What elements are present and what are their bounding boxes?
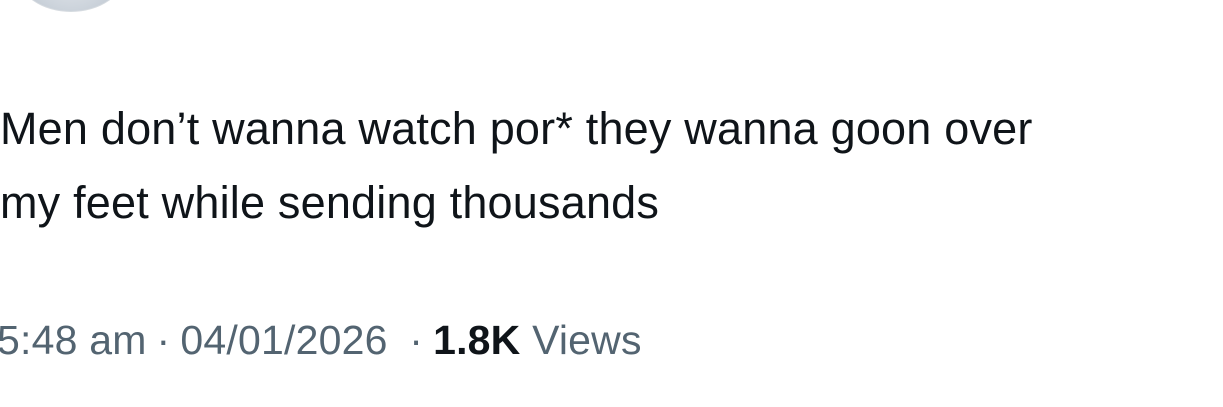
post-time: 5:48 am	[0, 317, 147, 363]
views-count: 1.8K	[433, 317, 521, 363]
meta-separator: ·	[409, 317, 424, 363]
post-text-line-1: Men don’t wanna watch por* they wanna go…	[0, 103, 1033, 154]
post-date: 04/01/2026	[180, 317, 388, 363]
avatar[interactable]	[18, 0, 124, 12]
meta-separator: ·	[156, 317, 171, 363]
post-card: Men don’t wanna watch por* they wanna go…	[0, 0, 1223, 407]
views-label: Views	[532, 317, 642, 363]
timestamp-link[interactable]: 5:48 am · 04/01/2026	[0, 317, 399, 363]
views-link[interactable]: 1.8K Views	[433, 317, 642, 363]
post-text-line-2: my feet while sending thousands	[0, 177, 660, 228]
post-metadata: 5:48 am · 04/01/2026 · 1.8K Views	[0, 314, 642, 366]
post-text: Men don’t wanna watch por* they wanna go…	[0, 92, 1223, 240]
